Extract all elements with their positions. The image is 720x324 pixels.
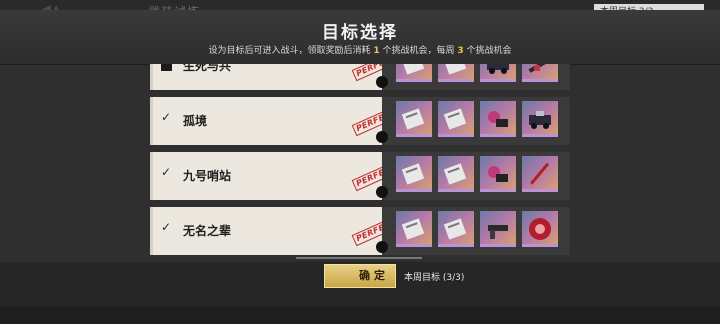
checkmark-icon[interactable]: ✓ [161,220,173,234]
weekly-target-status: 本周目标 (3/3) [404,270,464,283]
target-row[interactable]: ✓ 九号哨站 PERFECT [150,152,570,200]
target-row[interactable]: 生死与共 PERFECT [150,64,570,90]
tome-icon[interactable] [396,64,432,82]
reward-strip [382,152,570,200]
armored-vehicle-icon[interactable] [522,101,558,137]
row-connector-dot [376,76,388,88]
weekly-target-count: (3/3) [442,273,465,283]
blade-icon[interactable] [522,156,558,192]
subtitle-highlight: 3 [457,46,464,56]
checkmark-icon[interactable]: ✓ [161,110,173,124]
subtitle-text: 个挑战机会 [466,46,512,56]
bottom-bar [0,306,720,324]
core-orb-icon[interactable] [522,211,558,247]
checkmark-icon[interactable]: ✓ [161,165,173,179]
subtitle-text: 个挑战机会，每周 [382,46,455,56]
scroll-indicator [296,257,422,259]
target-row[interactable]: ✓ 孤境 PERFECT [150,97,570,145]
dialog-title: 目标选择 [322,23,398,43]
rifle-icon[interactable] [522,64,558,82]
target-card[interactable]: ✓ 九号哨站 PERFECT [150,152,401,200]
tome-icon[interactable] [396,101,432,137]
mech-parts-icon[interactable] [480,101,516,137]
row-connector-dot [376,186,388,198]
target-name: 孤境 [183,114,208,128]
tome-icon[interactable] [396,156,432,192]
tome-icon[interactable] [438,156,474,192]
target-card[interactable]: 生死与共 PERFECT [150,64,401,90]
row-connector-dot [376,131,388,143]
row-connector-dot [376,241,388,253]
dialog-header: 目标选择 设为目标后可进入战斗，领取奖励后消耗 1 个挑战机会，每周 3 个挑战… [0,10,720,65]
target-name: 九号哨站 [183,169,232,183]
handgun-icon[interactable] [480,211,516,247]
tome-icon[interactable] [438,64,474,82]
subtitle-highlight: 1 [373,46,380,56]
armored-vehicle-icon[interactable] [480,64,516,82]
target-selection-dialog: 目标选择 设为目标后可进入战斗，领取奖励后消耗 1 个挑战机会，每周 3 个挑战… [0,10,720,306]
target-list: 生死与共 PERFECT ✓ 孤境 PERFECT ✓ 九号哨站 PERFECT ✓ 无名之辈 PE… [150,64,570,256]
reward-strip [382,97,570,145]
reward-strip [382,64,570,90]
target-card[interactable]: ✓ 孤境 PERFECT [150,97,401,145]
tome-icon[interactable] [396,211,432,247]
mech-parts-icon[interactable] [480,156,516,192]
reward-strip [382,207,570,255]
dialog-subtitle: 设为目标后可进入战斗，领取奖励后消耗 1 个挑战机会，每周 3 个挑战机会 [0,43,720,56]
target-row[interactable]: ✓ 无名之辈 PERFECT [150,207,570,255]
tome-icon[interactable] [438,101,474,137]
target-card[interactable]: ✓ 无名之辈 PERFECT [150,207,401,255]
target-name: 生死与共 [183,64,232,73]
weekly-target-label: 本周目标 [404,273,441,283]
tome-icon[interactable] [438,211,474,247]
subtitle-text: 设为目标后可进入战斗，领取奖励后消耗 [208,46,371,56]
confirm-button[interactable]: 确定 [324,264,396,288]
checkbox[interactable] [161,64,172,71]
target-name: 无名之辈 [183,224,232,238]
